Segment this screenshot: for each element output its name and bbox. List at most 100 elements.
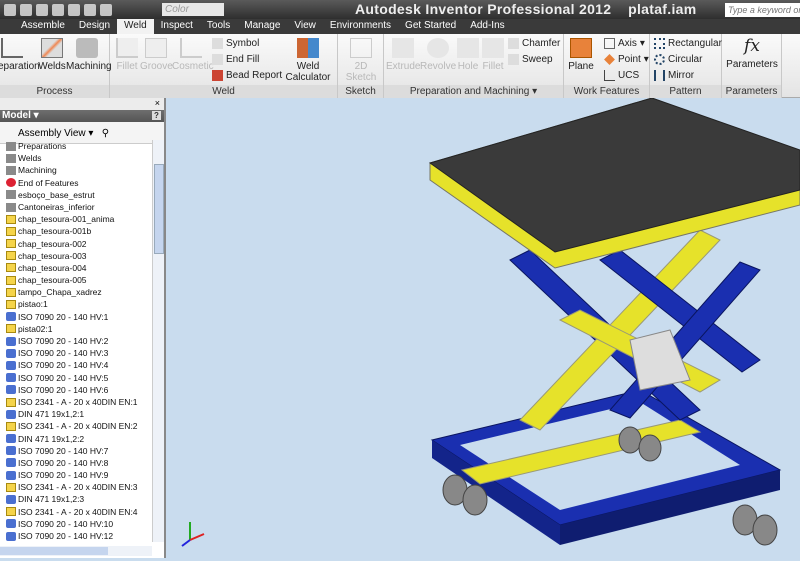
fillet-feature-icon (482, 38, 504, 58)
circular-pattern-button[interactable]: Circular (654, 54, 702, 65)
tree-item[interactable]: tampo_Chapa_xadrez (0, 286, 152, 298)
tab-add-ins[interactable]: Add-Ins (463, 19, 511, 34)
color-dropdown[interactable]: Color (162, 3, 224, 16)
tree-item[interactable]: Cantoneiras_inferior (0, 201, 152, 213)
tree-item[interactable]: pista02:1 (0, 323, 152, 335)
tree-item[interactable]: ISO 2341 - A - 20 x 40DIN EN:3 (0, 481, 152, 493)
axis-icon (604, 38, 615, 49)
tree-item[interactable]: esboço_base_estrut (0, 189, 152, 201)
find-icon[interactable]: ⚲ (102, 128, 109, 139)
cosmetic-button[interactable]: Cosmetic (172, 38, 214, 72)
tab-weld[interactable]: Weld (117, 19, 154, 34)
2d-sketch-button[interactable]: 2D Sketch (338, 38, 384, 83)
bead-report-button[interactable]: Bead Report (212, 70, 282, 81)
feature-icon (6, 141, 16, 151)
groove-button[interactable]: Groove (140, 38, 173, 72)
welds-button[interactable]: Welds (38, 38, 66, 72)
chamfer-icon (508, 38, 519, 49)
preparation-button[interactable]: Preparation (0, 38, 40, 72)
tab-assemble[interactable]: Assemble (14, 19, 72, 34)
tab-manage[interactable]: Manage (237, 19, 287, 34)
open-icon[interactable] (20, 3, 32, 16)
part-icon (6, 300, 16, 310)
sweep-button[interactable]: Sweep (508, 54, 553, 65)
parameters-dropdown[interactable]: Parameters ▾ (722, 85, 781, 110)
tab-view[interactable]: View (287, 19, 323, 34)
browser-title[interactable]: Model ▾? (0, 110, 164, 122)
tree-item[interactable]: ISO 7090 20 - 140 HV:10 (0, 518, 152, 530)
tree-item[interactable]: DIN 471 19x1,2:3 (0, 493, 152, 505)
axis-button[interactable]: Axis ▾ (604, 38, 645, 49)
vertical-scrollbar[interactable] (152, 140, 164, 542)
tab-tools[interactable]: Tools (200, 19, 237, 34)
tree-item[interactable]: ISO 7090 20 - 140 HV:1 (0, 311, 152, 323)
tab-environments[interactable]: Environments (323, 19, 398, 34)
hole-button[interactable]: Hole (456, 38, 480, 72)
revolve-button[interactable]: Revolve (420, 38, 456, 72)
tree-item[interactable]: ISO 7090 20 - 140 HV:3 (0, 347, 152, 359)
help-icon[interactable]: ? (152, 111, 161, 120)
ribbon: Preparation Welds Machining Process Fill… (0, 34, 800, 110)
tree-item[interactable]: Welds (0, 152, 152, 164)
horizontal-scrollbar[interactable] (0, 546, 152, 556)
hscroll-thumb[interactable] (0, 547, 108, 555)
update-icon[interactable] (100, 3, 112, 16)
tab-get-started[interactable]: Get Started (398, 19, 463, 34)
undo-icon[interactable] (52, 3, 64, 16)
new-icon[interactable] (4, 3, 16, 16)
group-preparation-machining: Extrude Revolve Hole Fillet Chamfer Swee… (384, 34, 564, 98)
tree-item[interactable]: ISO 7090 20 - 140 HV:5 (0, 372, 152, 384)
parameters-button[interactable]: fx Parameters (722, 36, 782, 70)
select-icon[interactable] (84, 3, 96, 16)
tree-item[interactable]: ISO 7090 20 - 140 HV:4 (0, 359, 152, 371)
tree-item[interactable]: ISO 2341 - A - 20 x 40DIN EN:2 (0, 420, 152, 432)
tab-design[interactable]: Design (72, 19, 117, 34)
standard-part-icon (6, 348, 16, 358)
tree-item[interactable]: chap_tesoura-001b (0, 225, 152, 237)
ucs-button[interactable]: UCS (604, 70, 639, 81)
groove-icon (145, 38, 167, 58)
graphics-viewport[interactable] (168, 97, 800, 558)
tree-item[interactable]: chap_tesoura-002 (0, 238, 152, 250)
fillet-button[interactable]: Fillet (480, 38, 506, 72)
tree-item[interactable]: chap_tesoura-003 (0, 250, 152, 262)
preparation-dropdown[interactable]: Preparation and Machining ▾ (384, 85, 563, 98)
tree-item[interactable]: ISO 7090 20 - 140 HV:7 (0, 445, 152, 457)
symbol-button[interactable]: Symbol (212, 38, 259, 49)
save-icon[interactable] (36, 3, 48, 16)
ucs-icon (604, 70, 615, 81)
tab-inspect[interactable]: Inspect (154, 19, 200, 34)
tree-item[interactable]: pistao:1 (0, 298, 152, 310)
tree-item[interactable]: chap_tesoura-001_anima (0, 213, 152, 225)
tree-item[interactable]: chap_tesoura-005 (0, 274, 152, 286)
tree-item[interactable]: DIN 471 19x1,2:2 (0, 433, 152, 445)
machining-button[interactable]: Machining (66, 38, 112, 72)
point-button[interactable]: Point ▾ (604, 54, 649, 65)
tree-item[interactable]: DIN 471 19x1,2:1 (0, 408, 152, 420)
tree-item[interactable]: ISO 7090 20 - 140 HV:9 (0, 469, 152, 481)
search-input[interactable]: Type a keyword or phrase (725, 3, 800, 29)
fillet-weld-button[interactable]: Fillet (114, 38, 140, 72)
extrude-button[interactable]: Extrude (386, 38, 420, 72)
chamfer-button[interactable]: Chamfer (508, 38, 560, 49)
weld-calculator-button[interactable]: Weld Calculator (282, 38, 334, 83)
close-browser-button[interactable]: × (155, 98, 160, 108)
plane-button[interactable]: Plane (566, 38, 596, 72)
tree-item[interactable]: ISO 7090 20 - 140 HV:8 (0, 457, 152, 469)
tree-item[interactable]: ISO 7090 20 - 140 HV:12 (0, 530, 152, 542)
tree-item[interactable]: Preparations (0, 140, 152, 152)
scroll-thumb[interactable] (154, 164, 164, 254)
tree-item[interactable]: ISO 7090 20 - 140 HV:2 (0, 335, 152, 347)
standard-part-icon (6, 360, 16, 370)
rectangular-pattern-button[interactable]: Rectangular (654, 38, 722, 49)
tree-item[interactable]: End of Features (0, 177, 152, 189)
tree-item[interactable]: Machining (0, 164, 152, 176)
rectangular-pattern-icon (654, 38, 665, 49)
tree-item[interactable]: ISO 2341 - A - 20 x 40DIN EN:4 (0, 506, 152, 518)
tree-item[interactable]: ISO 2341 - A - 20 x 40DIN EN:1 (0, 396, 152, 408)
tree-item[interactable]: chap_tesoura-004 (0, 262, 152, 274)
end-fill-button[interactable]: End Fill (212, 54, 259, 65)
mirror-button[interactable]: Mirror (654, 70, 694, 81)
tree-item[interactable]: ISO 7090 20 - 140 HV:6 (0, 384, 152, 396)
redo-icon[interactable] (68, 3, 80, 16)
